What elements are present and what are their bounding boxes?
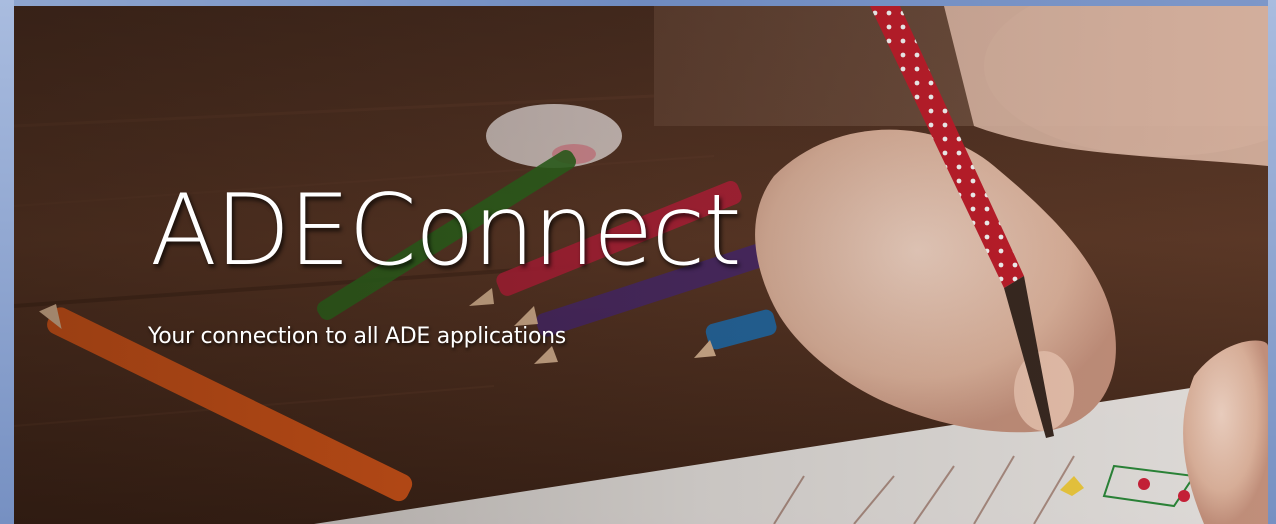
page-frame-left <box>0 0 14 524</box>
hero-banner: ADEConnect Your connection to all ADE ap… <box>14 6 1268 524</box>
hero-subtitle: Your connection to all ADE applications <box>148 324 566 349</box>
page-frame-right <box>1268 0 1276 524</box>
hero-title: ADEConnect <box>150 174 742 288</box>
